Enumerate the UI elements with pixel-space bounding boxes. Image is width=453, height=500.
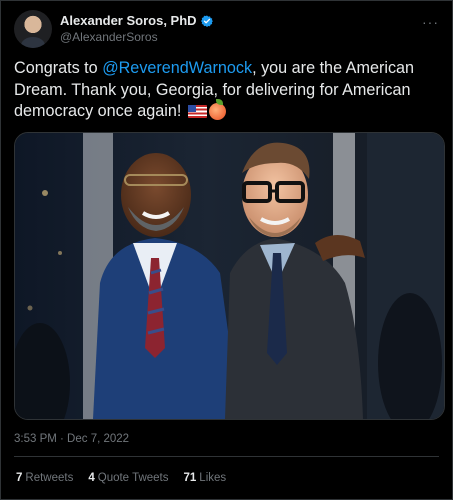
retweets-count: 7: [16, 472, 23, 484]
mention-link[interactable]: @ReverendWarnock: [102, 59, 252, 77]
more-options-icon[interactable]: ···: [422, 15, 439, 29]
tweet-photo[interactable]: [14, 132, 445, 420]
quote-tweets-stat[interactable]: 4 Quote Tweets: [88, 472, 168, 484]
tweet-text: Congrats to @ReverendWarnock, you are th…: [14, 58, 445, 123]
photo-illustration: [15, 133, 444, 419]
display-name[interactable]: Alexander Soros, PhD: [60, 13, 197, 28]
quotes-label: Quote Tweets: [97, 472, 169, 484]
handle[interactable]: @AlexanderSoros: [60, 29, 213, 45]
avatar[interactable]: [14, 10, 52, 48]
timestamp[interactable]: 3:53 PM · Dec 7, 2022: [14, 433, 129, 445]
author-info: Alexander Soros, PhD @AlexanderSoros: [60, 13, 213, 45]
peach-icon: [208, 99, 226, 120]
tweet-text-start: Congrats to: [14, 59, 103, 77]
verified-badge-icon: [200, 15, 213, 27]
quotes-count: 4: [88, 472, 95, 484]
tweet-header: Alexander Soros, PhD @AlexanderSoros: [14, 10, 213, 48]
engagement-stats: 7 Retweets 4 Quote Tweets 71 Likes: [16, 472, 241, 484]
retweets-label: Retweets: [25, 472, 74, 484]
retweets-stat[interactable]: 7 Retweets: [16, 472, 73, 484]
flag-us-icon: [187, 105, 207, 118]
name-row: Alexander Soros, PhD: [60, 13, 213, 28]
likes-count: 71: [183, 472, 197, 484]
divider: [14, 456, 439, 457]
likes-label: Likes: [199, 472, 227, 484]
tweet-card: Alexander Soros, PhD @AlexanderSoros ···…: [0, 0, 453, 500]
likes-stat[interactable]: 71 Likes: [184, 472, 227, 484]
